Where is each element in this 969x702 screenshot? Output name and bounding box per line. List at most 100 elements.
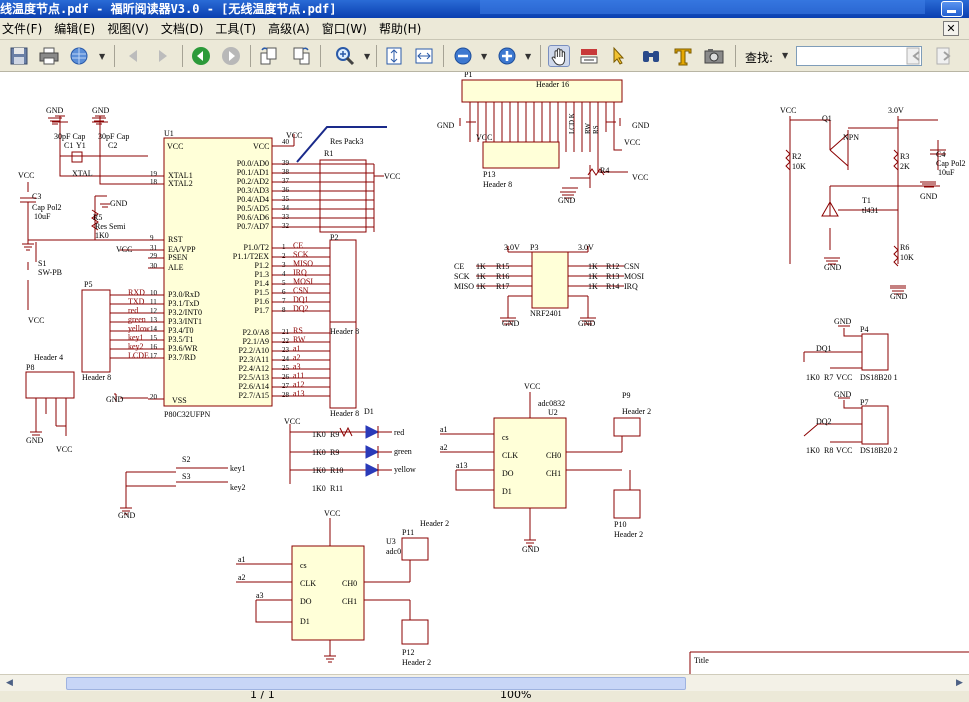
chevron-down-icon[interactable]: ▼ bbox=[99, 52, 105, 61]
c4-ref: C4 bbox=[936, 150, 945, 159]
gnd-label: GND bbox=[106, 395, 124, 404]
r-1k: 1K bbox=[476, 272, 486, 281]
u1-ref-label: U1 bbox=[164, 129, 174, 138]
net-label: a12 bbox=[293, 380, 305, 389]
adc0-label: adc0 bbox=[386, 547, 401, 556]
chevron-down-icon[interactable]: ▼ bbox=[481, 52, 487, 61]
forward-icon[interactable] bbox=[220, 45, 242, 67]
scroll-thumb[interactable] bbox=[66, 677, 686, 690]
menu-file[interactable]: 文件(F) bbox=[0, 18, 48, 40]
fit-width-icon[interactable] bbox=[413, 45, 435, 67]
u1-pin-number: 23 bbox=[282, 346, 290, 354]
menu-tools[interactable]: 工具(T) bbox=[209, 18, 262, 40]
menu-view[interactable]: 视图(V) bbox=[101, 18, 155, 40]
p5-ref: P5 bbox=[84, 280, 92, 289]
gnd-label: GND bbox=[26, 436, 44, 445]
u3-clk: CLK bbox=[300, 579, 316, 588]
c3-cap: 10uF bbox=[34, 212, 51, 221]
scroll-left-icon[interactable]: ◀ bbox=[2, 676, 17, 691]
close-document-button[interactable]: ✕ bbox=[943, 21, 959, 36]
p1-ref: P1 bbox=[464, 72, 472, 79]
find-next-icon[interactable] bbox=[933, 45, 955, 67]
horizontal-scrollbar[interactable]: ◀ ▶ bbox=[0, 674, 969, 691]
menu-help[interactable]: 帮助(H) bbox=[373, 18, 427, 40]
u1-pin-number: 2 bbox=[282, 252, 286, 260]
p2-header: Header 8 bbox=[330, 327, 359, 336]
menu-window[interactable]: 窗口(W) bbox=[316, 18, 373, 40]
email-icon[interactable] bbox=[68, 45, 90, 67]
r-1k: 1K bbox=[476, 262, 486, 271]
p11-ref: P11 bbox=[402, 528, 414, 537]
vcc-label: VCC bbox=[524, 382, 540, 391]
scroll-right-icon[interactable]: ▶ bbox=[952, 676, 967, 691]
net-mosi: MOSI bbox=[624, 272, 644, 281]
menu-bar: 文件(F) 编辑(E) 视图(V) 文档(D) 工具(T) 高级(A) 窗口(W… bbox=[0, 18, 969, 40]
u1-pin-number: 11 bbox=[150, 298, 157, 306]
p8-header: Header 4 bbox=[34, 353, 63, 362]
find-label: 查找: bbox=[745, 51, 774, 65]
net-label: SCK bbox=[293, 250, 309, 259]
chevron-down-icon[interactable]: ▼ bbox=[364, 52, 370, 61]
find-binoculars-icon[interactable] bbox=[640, 45, 662, 67]
typewriter-icon[interactable] bbox=[672, 45, 694, 67]
u1-pin-name: P2.5/A13 bbox=[239, 373, 269, 382]
menu-advanced[interactable]: 高级(A) bbox=[262, 18, 316, 40]
snapshot-icon[interactable] bbox=[703, 45, 725, 67]
t1-ref: T1 bbox=[862, 196, 871, 205]
v30-label: 3.0V bbox=[578, 243, 594, 252]
hand-tool-icon[interactable] bbox=[548, 45, 570, 67]
u1-pin-number: 27 bbox=[282, 382, 290, 390]
fit-page-icon[interactable] bbox=[383, 45, 405, 67]
first-page-icon[interactable] bbox=[122, 45, 144, 67]
header16-label: Header 16 bbox=[536, 80, 569, 89]
q1-ref: Q1 bbox=[822, 114, 832, 123]
zoom-out-icon[interactable] bbox=[452, 45, 474, 67]
menu-edit[interactable]: 编辑(E) bbox=[48, 18, 101, 40]
net-miso: MISO bbox=[454, 282, 474, 291]
u1-pin-number: 1 bbox=[282, 243, 286, 251]
u3-ch1: CH1 bbox=[342, 597, 357, 606]
minimize-button[interactable] bbox=[941, 1, 963, 17]
p10-header: Header 2 bbox=[614, 530, 643, 539]
rotate-right-icon[interactable] bbox=[290, 45, 312, 67]
zoom-in-icon[interactable] bbox=[496, 45, 518, 67]
save-icon[interactable] bbox=[8, 45, 30, 67]
net-label: RXD bbox=[128, 288, 145, 297]
gnd-label: GND bbox=[558, 196, 576, 205]
chevron-down-icon[interactable]: ▼ bbox=[525, 52, 531, 61]
page-indicator[interactable]: 1 / 1 bbox=[250, 691, 275, 701]
s1-ref: S1 bbox=[38, 259, 46, 268]
back-icon[interactable] bbox=[190, 45, 212, 67]
r5-ref: R5 bbox=[93, 213, 102, 222]
print-icon[interactable] bbox=[38, 45, 60, 67]
select-text-icon[interactable] bbox=[578, 45, 600, 67]
p3-ref: P3 bbox=[530, 243, 538, 252]
menu-document[interactable]: 文档(D) bbox=[155, 18, 210, 40]
find-previous-icon[interactable] bbox=[903, 45, 925, 67]
u1-pin-name: P0.4/AD4 bbox=[237, 195, 269, 204]
u2-cs: cs bbox=[502, 433, 509, 442]
rotate-left-icon[interactable] bbox=[258, 45, 280, 67]
adc0832-label: adc0832 bbox=[538, 399, 565, 408]
net-a2: a2 bbox=[440, 443, 448, 452]
u3-do: DO bbox=[300, 597, 312, 606]
zoom-level[interactable]: 100% bbox=[500, 691, 531, 701]
v30-label: 3.0V bbox=[888, 106, 904, 115]
pointer-icon[interactable] bbox=[608, 45, 630, 67]
u1-pin-number: 37 bbox=[282, 177, 290, 185]
r14-ref: R14 bbox=[606, 282, 619, 291]
r9-ref: R9 bbox=[330, 448, 339, 457]
net-label: key2 bbox=[128, 342, 144, 351]
u1-pin-number: 26 bbox=[282, 373, 290, 381]
net-a1: a1 bbox=[440, 425, 448, 434]
gnd-label: GND bbox=[110, 199, 128, 208]
chevron-down-icon[interactable]: ▼ bbox=[782, 51, 788, 60]
zoom-icon[interactable] bbox=[334, 45, 356, 67]
c4-cap: 10uF bbox=[938, 168, 955, 177]
last-page-icon[interactable] bbox=[152, 45, 174, 67]
c1-value: 30pF Cap bbox=[54, 132, 85, 141]
net-label: a11 bbox=[293, 371, 304, 380]
document-canvas[interactable]: VCC VCC VSS P80C32UFPN U1 40 VCC XTAL1 XT… bbox=[0, 72, 969, 674]
c3-ref: C3 bbox=[32, 192, 41, 201]
c2-value: 30pF Cap bbox=[98, 132, 129, 141]
